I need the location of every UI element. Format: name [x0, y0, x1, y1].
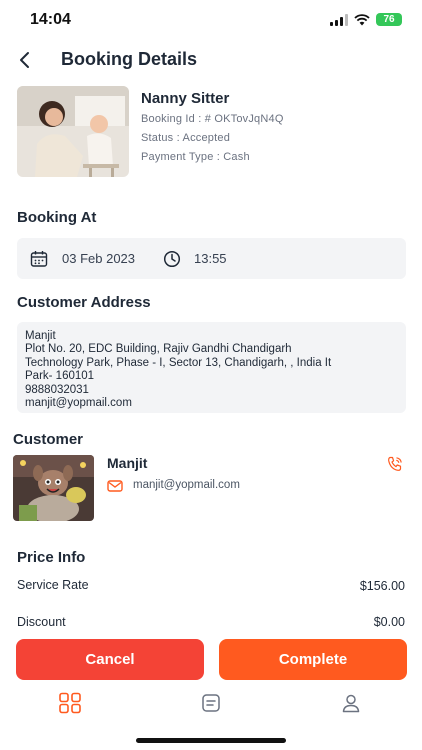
cancel-button[interactable]: Cancel [16, 639, 204, 680]
address-line: Park- 160101 [25, 370, 95, 383]
profile-icon [342, 694, 360, 713]
nav-bookings[interactable] [199, 691, 223, 715]
customer-email[interactable]: manjit@yopmail.com [133, 479, 240, 491]
clock-icon [163, 250, 181, 268]
customer-avatar [13, 455, 94, 521]
status-bar: 14:04 76 [0, 0, 422, 40]
customer-title: Customer [13, 431, 84, 448]
dashboard-icon [59, 692, 81, 714]
service-rate-label: Service Rate [17, 578, 89, 592]
service-name: Nanny Sitter [141, 90, 230, 107]
wifi-icon [354, 13, 370, 25]
mail-icon [107, 480, 123, 492]
discount-label: Discount [17, 615, 66, 629]
nav-profile[interactable] [339, 691, 363, 715]
status-time: 14:04 [30, 11, 71, 28]
customer-name: Manjit [107, 455, 148, 471]
phone-call-icon[interactable] [387, 456, 403, 472]
booking-date: 03 Feb 2023 [62, 251, 136, 266]
customer-address-box: Manjit Plot No. 20, EDC Building, Rajiv … [17, 322, 406, 413]
battery-icon: 76 [376, 13, 402, 26]
bookings-icon [202, 694, 220, 712]
address-phone: 9888032031 [25, 383, 89, 396]
home-indicator [136, 738, 286, 743]
booking-time: 13:55 [194, 251, 227, 266]
booking-status: Status : Accepted [141, 132, 231, 144]
status-icons: 76 [330, 13, 402, 26]
booking-at-box: 03 Feb 2023 13:55 [17, 238, 406, 279]
payment-type: Payment Type : Cash [141, 151, 250, 163]
complete-button[interactable]: Complete [219, 639, 407, 680]
back-button[interactable] [12, 48, 36, 72]
booking-id: Booking Id : # OKTovJqN4Q [141, 113, 284, 125]
signal-icon [330, 13, 348, 26]
booking-at-title: Booking At [17, 209, 97, 226]
chevron-left-icon [20, 52, 29, 68]
nav-dashboard[interactable] [58, 691, 82, 715]
service-rate-value: $156.00 [359, 579, 405, 593]
address-email: manjit@yopmail.com [25, 397, 132, 410]
page-title: Booking Details [61, 49, 198, 69]
address-line: Technology Park, Phase - I, Sector 13, C… [25, 356, 332, 369]
bottom-nav [0, 686, 422, 720]
customer-address-title: Customer Address [17, 294, 151, 311]
price-info-title: Price Info [17, 549, 86, 566]
address-line: Plot No. 20, EDC Building, Rajiv Gandhi … [25, 343, 292, 356]
calendar-icon [30, 251, 48, 267]
service-image [17, 86, 129, 177]
discount-value: $0.00 [373, 615, 405, 629]
header: Booking Details [0, 40, 422, 80]
address-line: Manjit [25, 330, 56, 342]
